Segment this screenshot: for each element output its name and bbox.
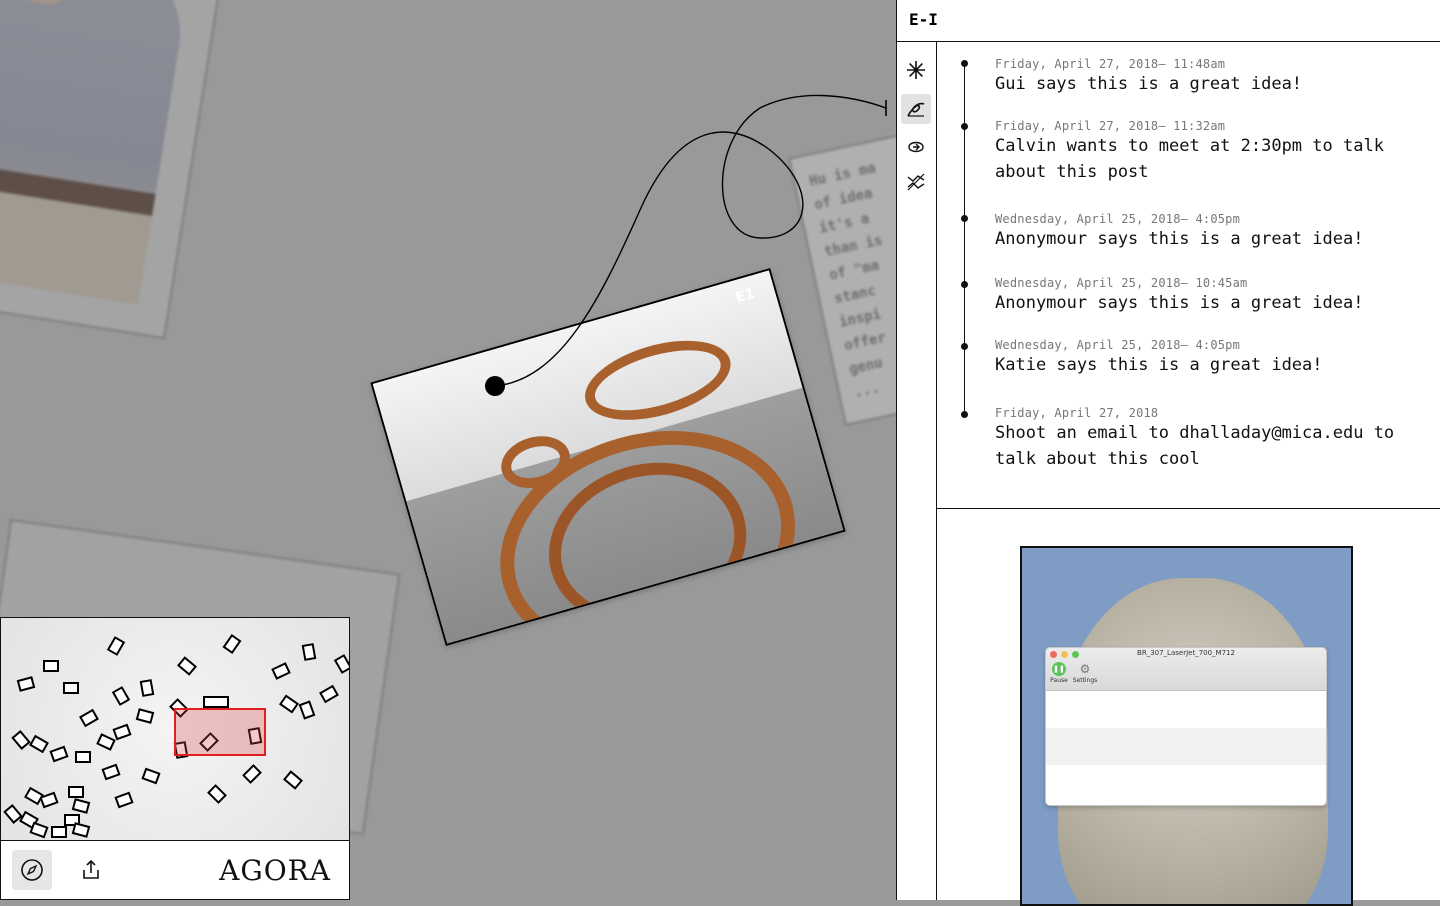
minimap-card: [101, 763, 121, 781]
minimap-card: [29, 734, 49, 754]
brand-wordmark: AGORA: [219, 854, 331, 887]
compass-icon[interactable]: [12, 850, 52, 890]
loop-arrows-icon[interactable]: [901, 132, 931, 162]
entry-date: Friday, April 27, 2018: [995, 406, 1159, 420]
minimap-card: [71, 798, 91, 814]
minimap-card: [51, 826, 67, 838]
person-figure: [0, 0, 192, 305]
queue-row: [1046, 691, 1326, 728]
pause-tool: ❚❚ Pause: [1046, 662, 1072, 684]
entry-date: Friday, April 27, 2018– 11:32am: [995, 119, 1226, 133]
window-titlebar: BR_307_LaserJet_700_M712 ❚❚ Pause ⚙ Sett…: [1046, 648, 1326, 691]
photo-card[interactable]: E1: [370, 267, 846, 647]
minimap-card: [333, 654, 349, 674]
minimap-card: [203, 696, 229, 708]
minimap-card: [71, 822, 91, 838]
minimap-viewport[interactable]: [174, 708, 266, 756]
minimap-card: [63, 682, 79, 694]
minimap-area[interactable]: [1, 618, 349, 841]
minimap-card: [111, 686, 131, 706]
minimap-card: [271, 662, 291, 680]
gear-icon: ⚙: [1079, 662, 1091, 676]
minimap-card: [96, 733, 116, 751]
timeline-dot: [961, 411, 968, 418]
timeline-dot: [961, 60, 968, 67]
minimap-card: [29, 821, 49, 839]
canvas[interactable]: Hu is ma of idea it's a than is of "ma s…: [0, 0, 896, 900]
queue-row: [1046, 765, 1326, 802]
minimap-card: [207, 784, 227, 804]
minimap-card: [222, 634, 242, 654]
pause-icon: ❚❚: [1052, 662, 1066, 676]
bg-photo-card[interactable]: [0, 0, 221, 340]
entry-message: Anonymour says this is a great idea!: [995, 293, 1364, 313]
minimap-card: [16, 676, 36, 692]
activity-feed: Friday, April 27, 2018– 11:48am Gui says…: [937, 42, 1440, 509]
minimap-card: [43, 660, 59, 672]
queue-row: [1046, 728, 1326, 765]
timeline-dot: [961, 343, 968, 350]
feed-entry[interactable]: Wednesday, April 25, 2018– 4:05pm Anonym…: [995, 212, 1425, 252]
printer-window: BR_307_LaserJet_700_M712 ❚❚ Pause ⚙ Sett…: [1045, 647, 1327, 806]
note-text: Hu is ma of idea it's a than is of "ma s…: [807, 160, 888, 402]
entry-message: Calvin wants to meet at 2:30pm to talk a…: [995, 136, 1384, 182]
minimap-card: [283, 770, 303, 790]
feed-entry[interactable]: Wednesday, April 25, 2018– 4:05pm Katie …: [995, 338, 1425, 378]
panel-header: E-I: [897, 0, 1440, 42]
minimap-card: [49, 745, 69, 763]
zigzag-arrows-icon[interactable]: [901, 167, 931, 197]
minimap-card: [279, 694, 299, 714]
minimap-card: [301, 643, 317, 661]
asterisk-icon[interactable]: [901, 55, 931, 85]
minimap-card: [106, 636, 126, 656]
minimap-card: [68, 786, 84, 798]
entry-date: Wednesday, April 25, 2018– 4:05pm: [995, 338, 1241, 352]
feed-entry[interactable]: Friday, April 27, 2018– 11:48am Gui says…: [995, 57, 1425, 97]
minimap-card: [139, 679, 155, 697]
timeline-dot: [961, 215, 968, 222]
minimap-card: [135, 708, 155, 724]
timeline-dot: [961, 281, 968, 288]
minimap-card: [11, 730, 31, 750]
tool-rail: [897, 42, 937, 900]
minimap-card: [75, 751, 91, 763]
feed-entry[interactable]: Friday, April 27, 2018 Shoot an email to…: [995, 406, 1425, 472]
minimap-card: [298, 700, 316, 720]
entry-message: Katie says this is a great idea!: [995, 355, 1323, 375]
entry-message: Gui says this is a great idea!: [995, 74, 1303, 94]
entry-date: Wednesday, April 25, 2018– 4:05pm: [995, 212, 1241, 226]
feed-entry[interactable]: Friday, April 27, 2018– 11:32am Calvin w…: [995, 119, 1425, 185]
minimap-card: [242, 764, 262, 784]
preview-image[interactable]: BR_307_LaserJet_700_M712 ❚❚ Pause ⚙ Sett…: [1020, 546, 1353, 906]
minimap-card: [319, 684, 339, 704]
timeline-dot: [961, 123, 968, 130]
link-loop-icon[interactable]: [901, 94, 931, 124]
minimap-card: [79, 708, 99, 728]
side-panel: E-I Friday, April 27, 2018– 11:48am Gui …: [896, 0, 1440, 906]
timeline-line: [964, 62, 965, 416]
settings-label: Settings: [1072, 677, 1098, 684]
entry-message: Shoot an email to dhalladay@mica.edu to …: [995, 423, 1395, 469]
entry-date: Friday, April 27, 2018– 11:48am: [995, 57, 1226, 71]
bg-note-card[interactable]: Hu is ma of idea it's a than is of "ma s…: [788, 128, 896, 426]
minimap-card: [112, 723, 132, 741]
minimap[interactable]: AGORA: [0, 617, 350, 900]
minimap-card: [177, 656, 197, 676]
entry-date: Wednesday, April 25, 2018– 10:45am: [995, 276, 1248, 290]
gallery-image: E1: [372, 270, 844, 647]
window-title: BR_307_LaserJet_700_M712: [1137, 649, 1235, 657]
minimap-card: [141, 767, 161, 785]
entry-message: Anonymour says this is a great idea!: [995, 229, 1364, 249]
person-head: [0, 0, 100, 11]
pause-label: Pause: [1050, 677, 1068, 684]
feed-entry[interactable]: Wednesday, April 25, 2018– 10:45am Anony…: [995, 276, 1425, 316]
minimap-card: [114, 791, 134, 809]
settings-tool: ⚙ Settings: [1072, 662, 1098, 684]
minimap-toolbar: AGORA: [1, 840, 349, 899]
app-logo[interactable]: E-I: [909, 10, 938, 29]
upload-icon[interactable]: [71, 850, 111, 890]
